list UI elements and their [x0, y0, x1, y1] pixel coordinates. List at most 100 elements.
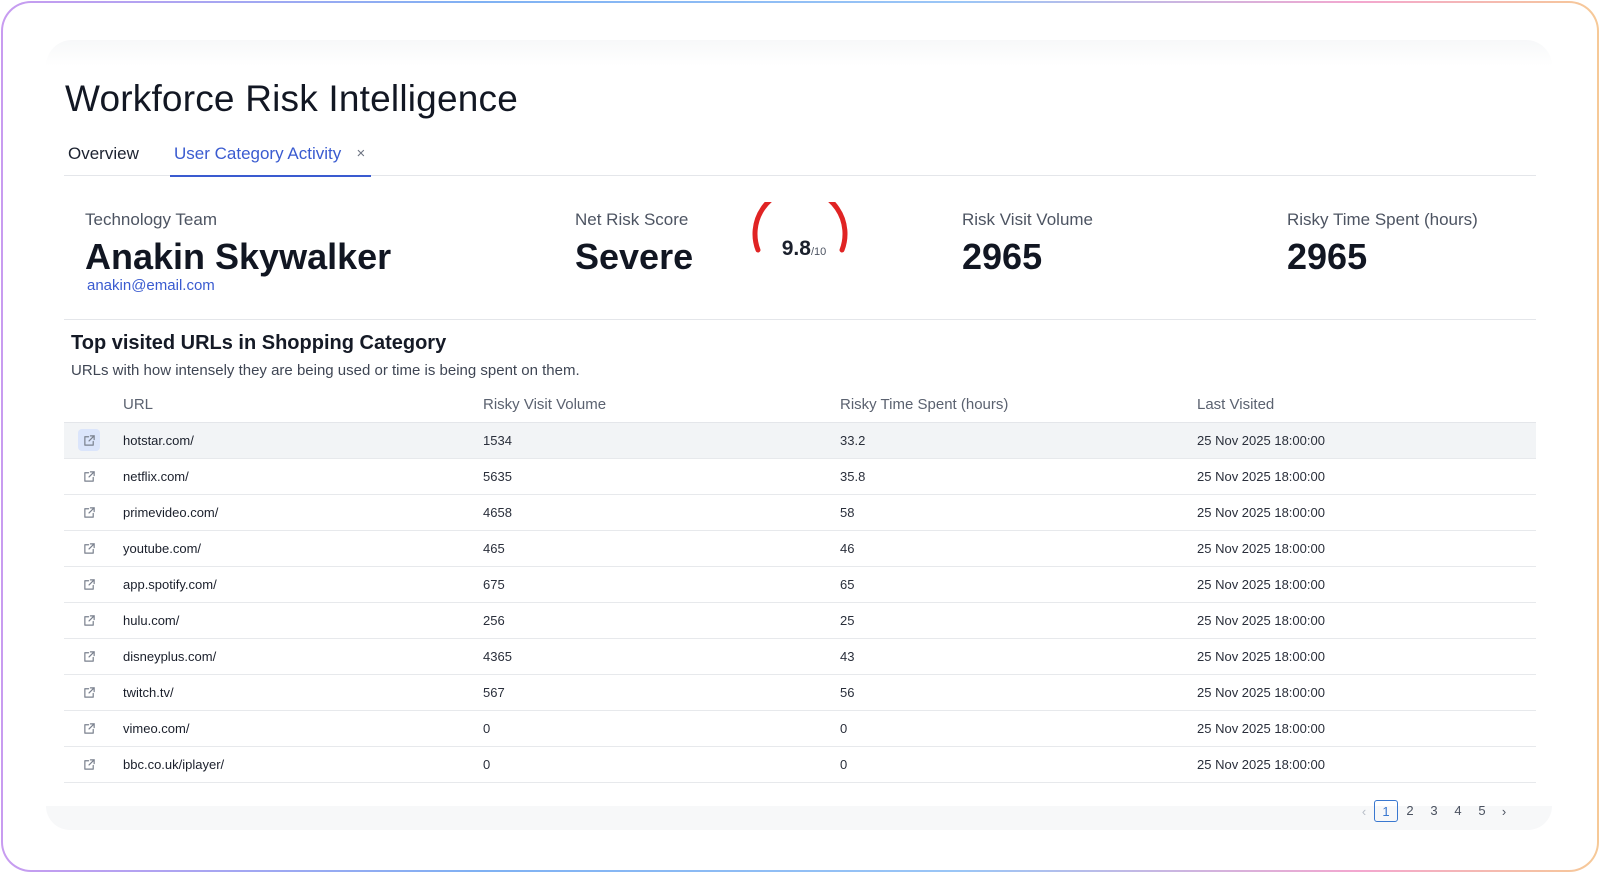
external-link-icon[interactable] — [78, 645, 100, 667]
last-visited-cell: 25 Nov 2025 18:00:00 — [1197, 746, 1536, 783]
urls-table: URL Risky Visit Volume Risky Time Spent … — [64, 387, 1536, 783]
last-visited-cell: 25 Nov 2025 18:00:00 — [1197, 494, 1536, 531]
url-cell[interactable]: youtube.com/ — [123, 530, 483, 567]
row-link-cell — [64, 602, 123, 639]
page-3-button[interactable]: 3 — [1422, 800, 1446, 822]
time-spent-cell: 56 — [840, 674, 1197, 711]
last-visited-cell: 25 Nov 2025 18:00:00 — [1197, 422, 1536, 459]
external-link-icon[interactable] — [78, 753, 100, 775]
header-time-spent[interactable]: Risky Time Spent (hours) — [840, 387, 1197, 423]
team-label: Technology Team — [85, 210, 217, 229]
last-visited-cell: 25 Nov 2025 18:00:00 — [1197, 638, 1536, 675]
time-spent-cell: 33.2 — [840, 422, 1197, 459]
tab-label: User Category Activity — [174, 144, 342, 163]
time-spent-label: Risky Time Spent (hours) — [1287, 210, 1478, 229]
tab-overview[interactable]: Overview — [68, 144, 139, 176]
time-spent-cell: 46 — [840, 530, 1197, 567]
row-link-cell — [64, 638, 123, 675]
time-spent-cell: 43 — [840, 638, 1197, 675]
visit-volume-cell: 465 — [483, 530, 840, 567]
table-row[interactable]: twitch.tv/567 56 25 Nov 2025 18:00:00 — [64, 674, 1536, 711]
page-1-button[interactable]: 1 — [1374, 800, 1398, 822]
page-5-button[interactable]: 5 — [1470, 800, 1494, 822]
external-link-icon[interactable] — [78, 717, 100, 739]
table-row[interactable]: app.spotify.com/675 65 25 Nov 2025 18:00:0… — [64, 566, 1536, 603]
section-subtitle: URLs with how intensely they are being u… — [71, 362, 580, 379]
user-email-link[interactable]: anakin@email.com — [87, 277, 215, 294]
header-url[interactable]: URL — [123, 387, 483, 423]
time-spent-cell: 0 — [840, 746, 1197, 783]
last-visited-cell: 25 Nov 2025 18:00:00 — [1197, 710, 1536, 747]
external-link-icon[interactable] — [78, 537, 100, 559]
external-link-icon[interactable] — [78, 465, 100, 487]
visit-volume-label: Risk Visit Volume — [962, 210, 1094, 229]
row-link-cell — [64, 494, 123, 531]
summary-stats: Technology Team Anakin Skywalker anakin@… — [64, 176, 1536, 320]
header-visit-volume[interactable]: Risky Visit Volume — [483, 387, 840, 423]
url-cell[interactable]: vimeo.com/ — [123, 710, 483, 747]
last-visited-cell: 25 Nov 2025 18:00:00 — [1197, 674, 1536, 711]
url-cell[interactable]: netflix.com/ — [123, 458, 483, 495]
visit-volume-value: 2965 — [962, 236, 1043, 277]
page-4-button[interactable]: 4 — [1446, 800, 1470, 822]
tab-user-category-activity[interactable]: User Category Activity × — [170, 144, 372, 177]
url-cell[interactable]: app.spotify.com/ — [123, 566, 483, 603]
table-header-row: URL Risky Visit Volume Risky Time Spent … — [64, 387, 1536, 423]
row-link-cell — [64, 530, 123, 567]
risk-score-max: /10 — [810, 246, 827, 258]
url-cell[interactable]: hotstar.com/ — [123, 422, 483, 459]
url-cell[interactable]: bbc.co.uk/iplayer/ — [123, 746, 483, 783]
risk-score-value: 9.8/10 — [754, 237, 854, 261]
time-spent-cell: 0 — [840, 710, 1197, 747]
last-visited-cell: 25 Nov 2025 18:00:00 — [1197, 602, 1536, 639]
row-link-cell — [64, 566, 123, 603]
visit-volume-cell: 256 — [483, 602, 840, 639]
table-row[interactable]: primevideo.com/4658 58 25 Nov 2025 18:00:0… — [64, 494, 1536, 531]
external-link-icon[interactable] — [78, 429, 100, 451]
visit-volume-cell: 567 — [483, 674, 840, 711]
user-name: Anakin Skywalker — [85, 236, 392, 277]
visit-volume-cell: 675 — [483, 566, 840, 603]
url-cell[interactable]: primevideo.com/ — [123, 494, 483, 531]
visit-volume-cell: 1534 — [483, 422, 840, 459]
time-spent-cell: 65 — [840, 566, 1197, 603]
time-spent-cell: 25 — [840, 602, 1197, 639]
row-link-cell — [64, 710, 123, 747]
last-visited-cell: 25 Nov 2025 18:00:00 — [1197, 566, 1536, 603]
next-page-button[interactable]: › — [1494, 804, 1514, 819]
visit-volume-cell: 0 — [483, 710, 840, 747]
table-row[interactable]: youtube.com/465 46 25 Nov 2025 18:00:00 — [64, 530, 1536, 567]
row-link-cell — [64, 674, 123, 711]
tab-bar: Overview User Category Activity × — [64, 140, 1536, 177]
table-row[interactable]: bbc.co.uk/iplayer/0 0 25 Nov 2025 18:00:00 — [64, 746, 1536, 783]
external-link-icon[interactable] — [78, 501, 100, 523]
visit-volume-cell: 5635 — [483, 458, 840, 495]
table-row[interactable]: netflix.com/5635 35.8 25 Nov 2025 18:00:00 — [64, 458, 1536, 495]
header-icon-col — [64, 387, 123, 423]
header-last-visited[interactable]: Last Visited — [1197, 387, 1536, 423]
risk-level: Severe — [575, 236, 694, 277]
external-link-icon[interactable] — [78, 573, 100, 595]
table-row[interactable]: hotstar.com/1534 33.2 25 Nov 2025 18:00:00 — [64, 422, 1536, 459]
visit-volume-cell: 0 — [483, 746, 840, 783]
url-cell[interactable]: disneyplus.com/ — [123, 638, 483, 675]
external-link-icon[interactable] — [78, 609, 100, 631]
row-link-cell — [64, 422, 123, 459]
time-spent-value: 2965 — [1287, 236, 1368, 277]
url-cell[interactable]: hulu.com/ — [123, 602, 483, 639]
time-spent-cell: 35.8 — [840, 458, 1197, 495]
last-visited-cell: 25 Nov 2025 18:00:00 — [1197, 530, 1536, 567]
external-link-icon[interactable] — [78, 681, 100, 703]
table-row[interactable]: hulu.com/256 25 25 Nov 2025 18:00:00 — [64, 602, 1536, 639]
card-footer-band — [46, 806, 1552, 830]
section-title: Top visited URLs in Shopping Category — [71, 332, 447, 354]
time-spent-cell: 58 — [840, 494, 1197, 531]
risk-score-label: Net Risk Score — [575, 210, 689, 229]
page-2-button[interactable]: 2 — [1398, 800, 1422, 822]
prev-page-button[interactable]: ‹ — [1354, 804, 1374, 819]
visit-volume-cell: 4658 — [483, 494, 840, 531]
table-row[interactable]: vimeo.com/0 0 25 Nov 2025 18:00:00 — [64, 710, 1536, 747]
url-cell[interactable]: twitch.tv/ — [123, 674, 483, 711]
close-icon[interactable]: × — [356, 145, 365, 162]
table-row[interactable]: disneyplus.com/4365 43 25 Nov 2025 18:00:0… — [64, 638, 1536, 675]
